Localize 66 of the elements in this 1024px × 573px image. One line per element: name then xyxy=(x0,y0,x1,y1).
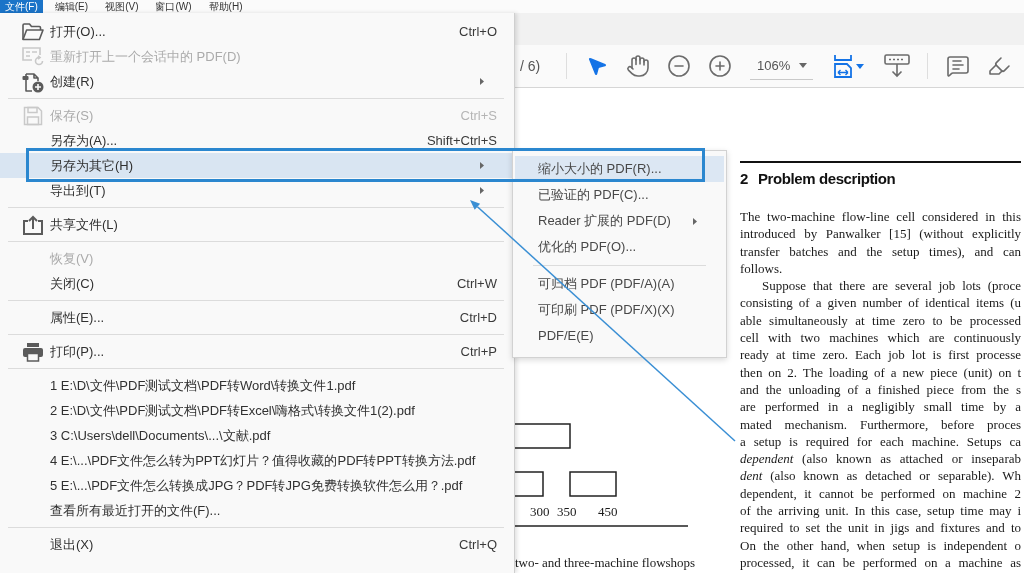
menu-item[interactable]: 属性(E)... Ctrl+D xyxy=(0,305,514,330)
menu-item[interactable]: 已验证的 PDF(C)... xyxy=(515,182,724,208)
shortcut-text: Ctrl+O xyxy=(459,22,497,41)
section-number: 2 xyxy=(740,168,748,189)
menu-item[interactable]: 可归档 PDF (PDF/A)(A) xyxy=(515,271,724,297)
menu-item[interactable]: 1 E:\D\文件\PDF测试文档\PDF转Word\转换文件1.pdf xyxy=(0,373,514,398)
menu-item[interactable]: 5 E:\...\PDF文件怎么转换成JPG？PDF转JPG免费转换软件怎么用？.pdf xyxy=(0,473,514,498)
fit-page-icon xyxy=(832,54,853,78)
paragraph: The two-machine flow-line cell considered in this introduced by Panwalker [15] (without explicitly transfer batches and the setup times), and can follows. xyxy=(740,208,1021,278)
axis-label: 350 xyxy=(557,504,577,519)
menu-item[interactable]: Reader 扩展的 PDF(D) xyxy=(515,208,724,234)
submenu-arrow-icon xyxy=(693,217,697,225)
caret-icon xyxy=(799,63,807,68)
shortcut-text: Ctrl+D xyxy=(459,308,497,327)
submenu-arrow-icon xyxy=(480,78,484,85)
menu-item[interactable]: 另存为其它(H) xyxy=(0,153,514,178)
menu-item[interactable]: 优化的 PDF(O)... xyxy=(515,234,724,260)
pointer-icon xyxy=(586,55,608,77)
menu-item[interactable]: 关闭(C) Ctrl+W xyxy=(0,271,514,296)
window-refresh-icon xyxy=(22,47,44,66)
menu-item[interactable]: 共享文件(L) xyxy=(0,212,514,237)
scroll-mode-icon xyxy=(884,54,910,78)
section-title: Problem description xyxy=(757,168,896,189)
body-text: two- and three-machine flowshops xyxy=(515,555,697,571)
share-icon xyxy=(22,214,44,235)
zoom-in-icon xyxy=(708,54,732,78)
menu-item[interactable]: 打印(P)... Ctrl+P xyxy=(0,339,514,364)
menu-item[interactable]: 创建(R) xyxy=(0,69,514,94)
shortcut-text: Shift+Ctrl+S xyxy=(426,131,497,150)
menu-item[interactable]: 2 E:\D\文件\PDF测试文档\PDF转Excel\嗨格式\转换文件1(2).pdf xyxy=(0,398,514,423)
paragraph: Suppose that there are several job lots (proce consisting of a given number of identical items (u able simultaneously at time zero to be processed cell with two machines which are continuously ready at time zero. Each job lot is first processe then on 2. The loading of a new piece (unit) on t and the unloading of a finished piece from the s are performed in a negligibly small time by a mated mechanism. Furthermore, before proces a setup is required for each machine. Setups ca dependent (also known as attached or inseparab dent (also known as detached or separable). Wh dependent, it cannot be performed on machine 2 of the arriving unit. In this case, setup time may i required to set the unit in jigs and fixtures and to On the other hand, when setup is independent o processed, it can be performed on a machine as xyxy=(740,277,1021,572)
add-document-icon xyxy=(22,70,44,93)
menu-bar-item[interactable]: 视图(V) xyxy=(100,0,144,13)
submenu-arrow-icon xyxy=(480,187,484,194)
menu-item[interactable]: 缩小大小的 PDF(R)... xyxy=(515,156,724,182)
menu-item[interactable]: PDF/E(E) xyxy=(515,323,724,349)
menu-bar-item[interactable]: 窗口(W) xyxy=(150,0,197,13)
gantt-bar xyxy=(515,471,544,497)
axis-label: 300 xyxy=(530,504,550,519)
menu-item[interactable]: 查看所有最近打开的文件(F)... xyxy=(0,498,514,523)
submenu-arrow-icon xyxy=(480,162,484,169)
gantt-bar xyxy=(515,423,571,449)
gantt-bar xyxy=(569,471,617,497)
shortcut-text: Ctrl+W xyxy=(456,274,497,293)
hand-icon xyxy=(626,54,650,78)
axis-label: 450 xyxy=(598,504,618,519)
printer-icon xyxy=(22,341,44,362)
zoom-dropdown[interactable]: 106% xyxy=(750,52,813,80)
shortcut-text: Ctrl+S xyxy=(460,106,497,125)
menu-item[interactable]: 退出(X) Ctrl+Q xyxy=(0,532,514,557)
menu-bar-item[interactable]: 编辑(E) xyxy=(49,0,94,13)
menu-item[interactable]: 3 C:\Users\dell\Documents\...\文献.pdf xyxy=(0,423,514,448)
comment-icon xyxy=(946,54,970,78)
menu-item[interactable]: 导出到(T) xyxy=(0,178,514,203)
menu-item[interactable]: 另存为(A)... Shift+Ctrl+S xyxy=(0,128,514,153)
page-count-text: / 6) xyxy=(520,56,542,76)
shortcut-text: Ctrl+P xyxy=(460,342,497,361)
caret-icon xyxy=(855,63,864,69)
menu-bar-item[interactable]: 帮助(H) xyxy=(203,0,248,13)
folder-icon xyxy=(22,22,44,41)
shortcut-text: Ctrl+Q xyxy=(459,535,497,554)
zoom-out-icon xyxy=(667,54,691,78)
menu-item[interactable]: 4 E:\...\PDF文件怎么转为PPT幻灯片？值得收藏的PDF转PPT转换方法.pdf xyxy=(0,448,514,473)
menu-item[interactable]: 打开(O)... Ctrl+O xyxy=(0,19,514,44)
menu-bar-item[interactable]: 文件(F) xyxy=(0,0,43,13)
highlighter-icon xyxy=(987,54,1011,78)
